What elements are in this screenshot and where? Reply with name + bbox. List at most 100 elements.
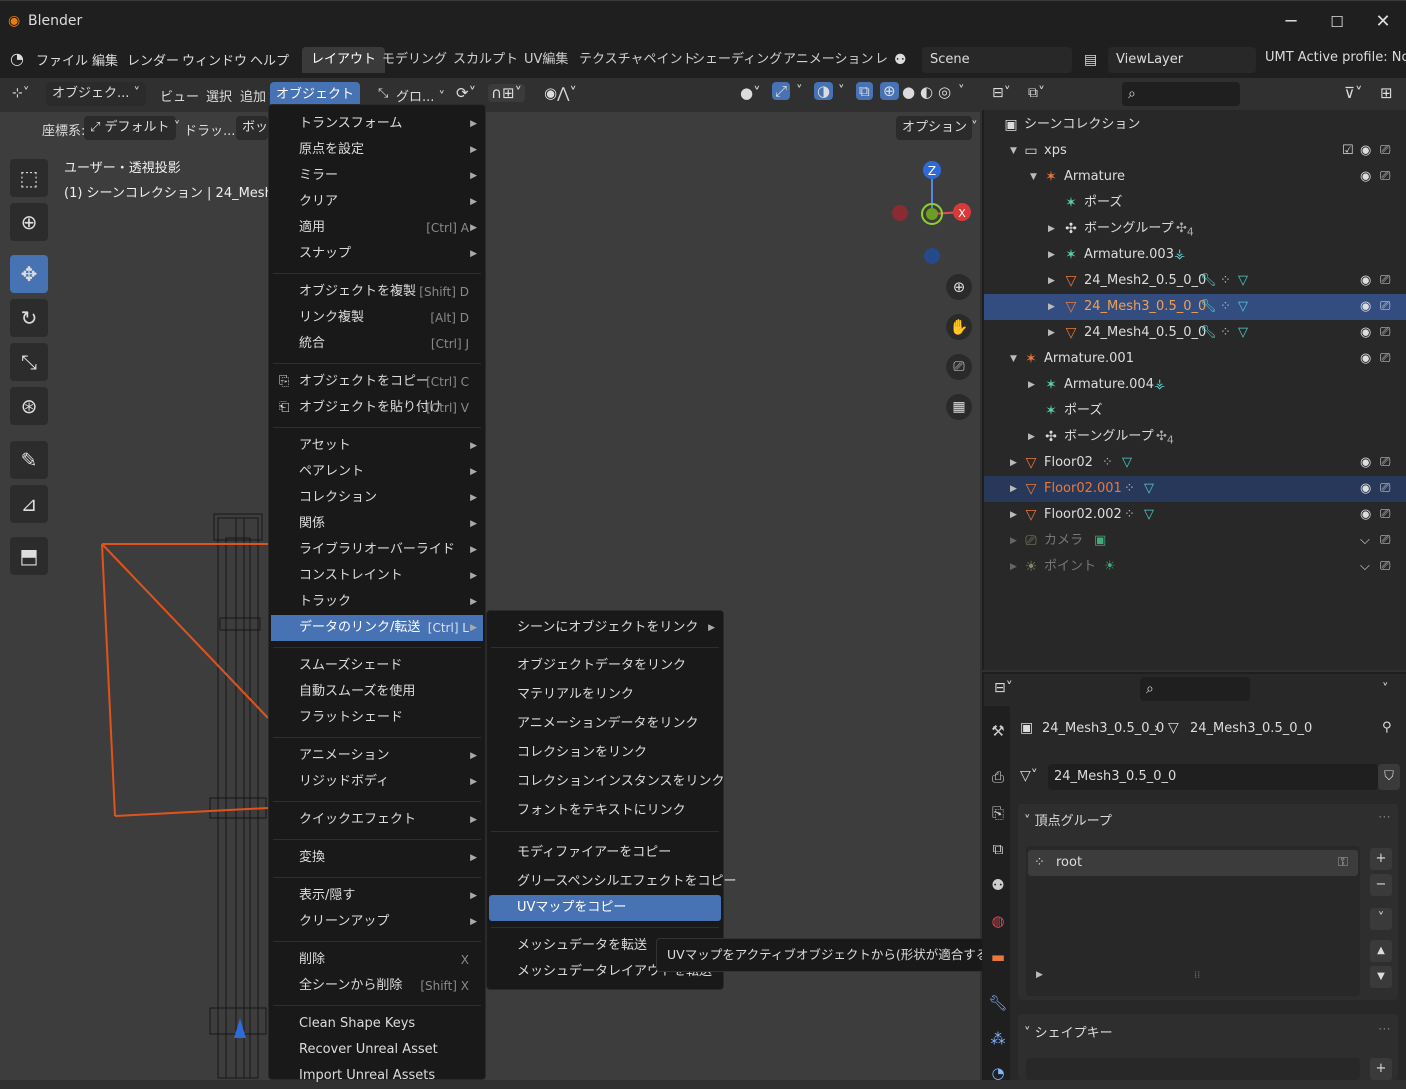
expand-arrow-icon[interactable]: ▶ xyxy=(1048,294,1055,320)
new-collection-icon[interactable]: ⊞ xyxy=(1380,84,1393,102)
menu-item-import-unreal-assets[interactable]: Import Unreal Assets xyxy=(271,1063,483,1089)
options-dropdown[interactable]: オプション ˅ xyxy=(896,116,978,140)
menu-item-copy-objects[interactable]: ⎘ オブジェクトをコピー [Ctrl] C xyxy=(271,369,483,395)
zoom-icon[interactable]: ⊕ xyxy=(946,274,972,300)
fake-user-icon[interactable]: ⛉ xyxy=(1378,764,1400,790)
move-down-button[interactable]: ▼ xyxy=(1370,966,1392,988)
menu-window[interactable]: ウィンドウ xyxy=(182,50,247,69)
camera-icon[interactable]: ⎚ xyxy=(1380,502,1390,528)
menu-item-mirror[interactable]: ミラー ▶ xyxy=(271,163,483,189)
submenu-item-copy-modifiers[interactable]: モディファイアーをコピー xyxy=(489,840,721,866)
add-shape-key-button[interactable]: + xyxy=(1370,1058,1392,1080)
minimize-button[interactable]: ─ xyxy=(1276,9,1306,35)
menu-item-duplicate-linked[interactable]: リンク複製 [Alt] D xyxy=(271,305,483,331)
remove-vertex-group-button[interactable]: − xyxy=(1370,874,1392,896)
specials-dropdown-button[interactable]: ˅ xyxy=(1370,908,1392,930)
blender-menu-icon[interactable]: ◔ xyxy=(10,49,24,68)
physics-tab-icon[interactable]: ◔ xyxy=(988,1064,1008,1086)
resize-handle-icon[interactable]: ⁞⁞ xyxy=(1194,970,1200,981)
pan-hand-icon[interactable]: ✋ xyxy=(946,314,972,340)
mode-select[interactable]: オブジェク... ˅ xyxy=(46,82,146,106)
expand-arrow-icon[interactable]: ▶ xyxy=(1010,476,1017,502)
menu-item-clean-shape-keys[interactable]: Clean Shape Keys xyxy=(271,1011,483,1037)
viewlayer-icon[interactable]: ▤ xyxy=(1084,52,1097,68)
camera-icon[interactable]: ⎚ xyxy=(1380,294,1390,320)
transform-tool-icon[interactable]: ⊛ xyxy=(10,387,48,425)
submenu-item-link-collections[interactable]: コレクションをリンク xyxy=(489,740,721,766)
outliner-row-armature-004[interactable]: ▶ ✶ Armature.004 ⚶ xyxy=(984,372,1406,398)
menu-file[interactable]: ファイル xyxy=(36,50,88,69)
menu-item-shade-smooth[interactable]: スムーズシェード xyxy=(271,653,483,679)
outliner-row-floor02[interactable]: ▶ ▽ Floor02 ⁘ ▽ ◉ ⎚ xyxy=(984,450,1406,476)
expand-arrow-icon[interactable]: ▼ xyxy=(1010,346,1017,372)
properties-editor-type-icon[interactable]: ⊟˅ xyxy=(994,680,1013,696)
gizmo-dropdown[interactable]: ˅ xyxy=(796,84,803,99)
submenu-item-copy-uv-maps[interactable]: UVマップをコピー xyxy=(489,895,721,921)
menu-item-paste-objects[interactable]: ⎗ オブジェクトを貼り付け [Ctrl] V xyxy=(271,395,483,421)
outliner-row-pose[interactable]: ✶ ポーズ xyxy=(984,190,1406,216)
menu-item-snap[interactable]: スナップ ▶ xyxy=(271,241,483,267)
rotate-tool-icon[interactable]: ↻ xyxy=(10,299,48,337)
outliner-row-armature[interactable]: ▼ ✶ Armature ◉ ⎚ xyxy=(984,164,1406,190)
outliner-row-armature-003[interactable]: ▶ ✶ Armature.003 ⚶ xyxy=(984,242,1406,268)
pivot-icon[interactable]: ⟳˅ xyxy=(456,84,476,102)
outliner-row-mesh2[interactable]: ▶ ▽ 24_Mesh2_0.5_0_0 🔧︎ ⁘ ▽ ◉ ⎚ xyxy=(984,268,1406,294)
expand-arrow-icon[interactable]: ▶ xyxy=(1048,216,1055,242)
menu-view[interactable]: ビュー xyxy=(160,86,199,105)
menu-item-clear[interactable]: クリア ▶ xyxy=(271,189,483,215)
output-tab-icon[interactable]: ⎘ xyxy=(988,804,1008,826)
tab-uv-edit[interactable]: UV編集 xyxy=(515,47,577,73)
outliner-row-floor02-002[interactable]: ▶ ▽ Floor02.002 ⁘ ▽ ◉ ⎚ xyxy=(984,502,1406,528)
outliner-row-camera[interactable]: ▶ ⎚ カメラ ▣ ⌵ ⎚ xyxy=(984,528,1406,554)
perspective-toggle-icon[interactable]: ▦ xyxy=(946,394,972,420)
drag-handle-icon[interactable]: ⋯ xyxy=(1378,1022,1391,1037)
submenu-item-copy-grease-pencil-effects[interactable]: グリースペンシルエフェクトをコピー xyxy=(489,869,736,895)
display-mode-icon[interactable]: ⧉˅ xyxy=(1028,85,1045,101)
menu-item-rigid-body[interactable]: リジッドボディ ▶ xyxy=(271,769,483,795)
overlay-dropdown[interactable]: ˅ xyxy=(838,84,845,99)
menu-item-quick-effects[interactable]: クイックエフェクト ▶ xyxy=(271,807,483,833)
snap-icon[interactable]: ∩⊞˅ xyxy=(488,84,526,102)
cursor-tool-icon[interactable]: ⊕ xyxy=(10,203,48,241)
camera-icon[interactable]: ⎚ xyxy=(1380,138,1390,164)
select-box-tool-icon[interactable]: ⬚ xyxy=(10,159,48,197)
menu-item-clean-up[interactable]: クリーンアップ ▶ xyxy=(271,909,483,935)
eye-closed-icon[interactable]: ⌵ xyxy=(1360,528,1370,554)
render-tab-icon[interactable]: ⎙ xyxy=(988,768,1008,790)
camera-icon[interactable]: ⎚ xyxy=(1380,164,1390,190)
outliner-row-mesh3[interactable]: ▶ ▽ 24_Mesh3_0.5_0_0 🔧︎ ⁘ ▽ ◉ ⎚ xyxy=(984,294,1406,320)
wireframe-shading-icon[interactable]: ⊕ xyxy=(880,82,899,100)
menu-item-relations[interactable]: 関係 ▶ xyxy=(271,511,483,537)
expand-arrow-icon[interactable]: ▶ xyxy=(1010,502,1017,528)
camera-icon[interactable]: ⎚ xyxy=(1380,346,1390,372)
world-tab-icon[interactable]: ◍ xyxy=(988,912,1008,934)
menu-item-auto-smooth[interactable]: 自動スムーズを使用 xyxy=(271,679,483,705)
menu-item-duplicate[interactable]: オブジェクトを複製 [Shift] D xyxy=(271,279,483,305)
menu-add[interactable]: 追加 xyxy=(240,86,266,105)
orientation-icon[interactable]: ⤡ xyxy=(378,86,388,101)
menu-item-constraint[interactable]: コンストレイント ▶ xyxy=(271,563,483,589)
coord-system-select[interactable]: ⤢ デフォルト ˅ xyxy=(84,116,180,140)
tab-more[interactable]: レ xyxy=(866,47,897,73)
pin-icon[interactable]: ⚲ xyxy=(1382,720,1392,735)
eye-icon[interactable]: ◉ xyxy=(1360,476,1371,502)
menu-select[interactable]: 選択 xyxy=(206,86,232,105)
submenu-item-link-materials[interactable]: マテリアルをリンク xyxy=(489,682,721,708)
eye-icon[interactable]: ◉ xyxy=(1360,164,1371,190)
expand-arrow-icon[interactable]: ▶ xyxy=(1048,242,1055,268)
camera-icon[interactable]: ⎚ xyxy=(1380,268,1390,294)
checkbox-icon[interactable]: ☑ xyxy=(1342,138,1354,164)
eye-icon[interactable]: ◉ xyxy=(1360,268,1371,294)
menu-item-join[interactable]: 統合 [Ctrl] J xyxy=(271,331,483,357)
outliner-row-bone-groups-2[interactable]: ▶ ✣ ボーングループ ✣4 xyxy=(984,424,1406,450)
navigation-gizmo[interactable]: Z X xyxy=(886,156,978,268)
camera-icon[interactable]: ⎚ xyxy=(1380,320,1390,346)
menu-item-convert[interactable]: 変換 ▶ xyxy=(271,845,483,871)
expand-arrow-icon[interactable]: ▶ xyxy=(1028,372,1035,398)
scene-tab-icon[interactable]: ⚉ xyxy=(988,876,1008,898)
properties-options-dropdown[interactable]: ˅ xyxy=(1382,682,1389,697)
outliner-editor-type-icon[interactable]: ⊟˅ xyxy=(992,85,1011,101)
expand-arrow-icon[interactable]: ▼ xyxy=(1010,138,1017,164)
submenu-item-link-objects-to-scene[interactable]: シーンにオブジェクトをリンク ▶ xyxy=(489,615,721,641)
rendered-shading-icon[interactable]: ◎ xyxy=(938,83,951,101)
